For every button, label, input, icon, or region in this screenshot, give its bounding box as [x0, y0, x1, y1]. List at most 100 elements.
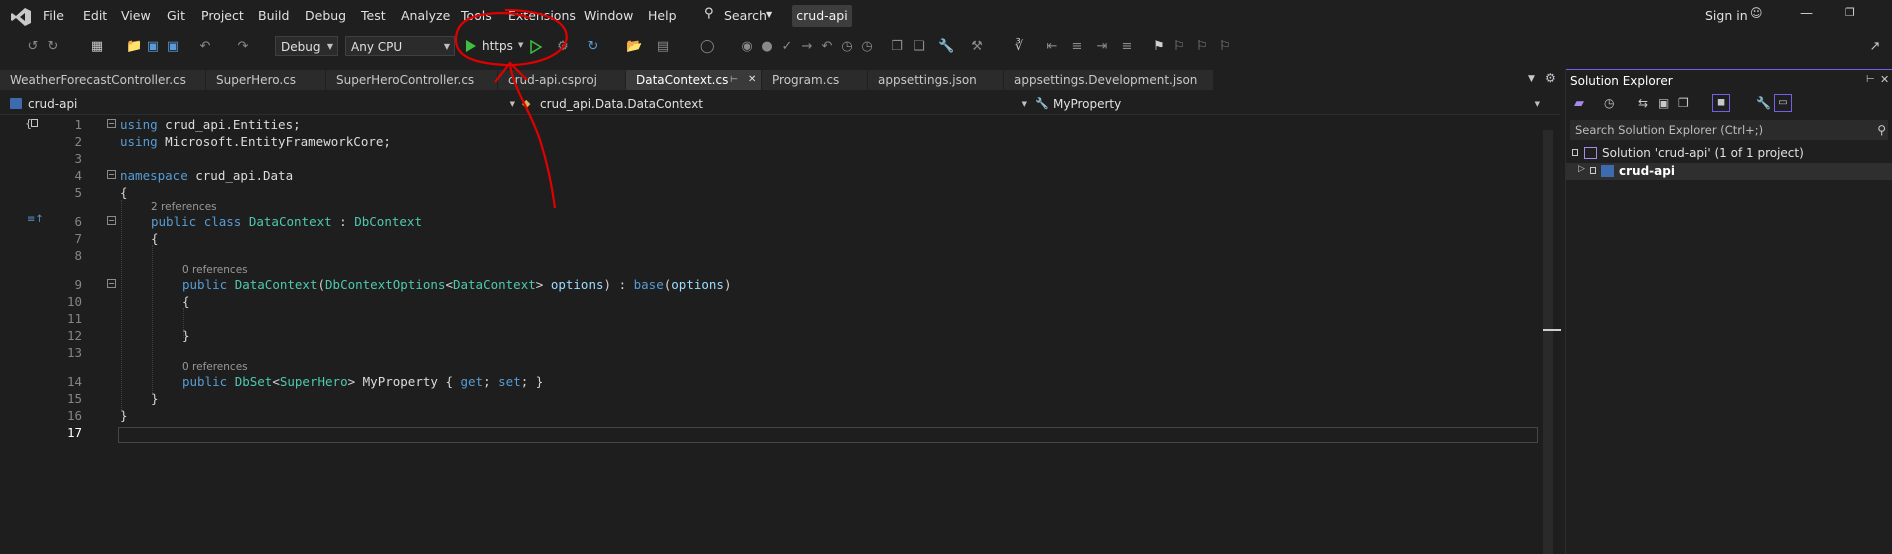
ctor-references-codelens[interactable]: 0 references: [182, 264, 248, 276]
solution-explorer-search-input[interactable]: Search Solution Explorer (Ctrl+;) ⚲: [1570, 120, 1888, 140]
history-icon[interactable]: ◷: [1604, 96, 1614, 110]
tab-appsettings-development[interactable]: appsettings.Development.json: [1004, 70, 1214, 90]
visual-studio-logo-icon[interactable]: [10, 7, 32, 27]
align-icon[interactable]: ≡: [1070, 40, 1084, 54]
menu-project[interactable]: Project: [201, 8, 244, 23]
window-layout-icon[interactable]: ▤: [656, 40, 670, 54]
tab-program[interactable]: Program.cs: [762, 70, 868, 90]
indent-icon[interactable]: ⇤: [1045, 40, 1059, 54]
browse-folder-icon[interactable]: 📂: [626, 40, 642, 54]
comment-icon[interactable]: ≡: [1120, 40, 1134, 54]
arrow-icon[interactable]: →: [800, 40, 814, 54]
tab-datacontext[interactable]: DataContext.cs ⊢ ✕: [626, 70, 762, 90]
attach-icon[interactable]: ⚙: [556, 40, 570, 54]
current-line-number: 17: [66, 425, 82, 440]
wrench-icon[interactable]: 🔧: [938, 40, 954, 54]
vertical-scrollbar[interactable]: [1543, 130, 1561, 554]
account-icon[interactable]: ☺: [1750, 6, 1763, 20]
open-folder-icon[interactable]: 📁: [126, 40, 142, 54]
run-button[interactable]: https ▼: [462, 36, 532, 56]
tree-item-project[interactable]: ▷ crud-api: [1566, 163, 1892, 180]
vs-switch-views-icon[interactable]: ▰: [1574, 96, 1584, 111]
menu-view[interactable]: View: [121, 8, 151, 23]
pin-icon[interactable]: ⊢: [1866, 74, 1875, 85]
properties-wrench-icon[interactable]: 🔧: [1756, 96, 1771, 110]
history-icon[interactable]: ◷: [840, 40, 854, 54]
settings-icon[interactable]: ⚙: [1545, 71, 1556, 85]
outdent-icon[interactable]: ⇥: [1095, 40, 1109, 54]
breakpoint-icon[interactable]: ◉: [740, 40, 754, 54]
show-all-files-icon[interactable]: ❐: [1678, 96, 1689, 110]
paste-icon[interactable]: ❑: [912, 40, 926, 54]
diagnostic-icon[interactable]: ◯: [700, 40, 715, 54]
tab-crud-api-csproj[interactable]: crud-api.csproj: [498, 70, 626, 90]
menu-test[interactable]: Test: [361, 8, 386, 23]
next-bookmark-icon[interactable]: ⚐: [1195, 40, 1209, 54]
menu-git[interactable]: Git: [167, 8, 185, 23]
spell-check-icon[interactable]: ∛: [1012, 40, 1026, 54]
project-dropdown[interactable]: crud-api ▼: [10, 94, 515, 114]
solution-platform-select[interactable]: Any CPU ▼: [345, 36, 455, 56]
code-line-16: }: [120, 408, 128, 423]
new-item-icon[interactable]: ▦: [90, 40, 104, 54]
menu-window[interactable]: Window: [584, 8, 633, 23]
save-icon[interactable]: ▣: [146, 40, 160, 54]
class-references-codelens[interactable]: 2 references: [151, 201, 217, 213]
tab-appsettings[interactable]: appsettings.json: [868, 70, 1004, 90]
solution-name-badge[interactable]: crud-api: [792, 5, 852, 27]
member-dropdown[interactable]: 🔧 MyProperty ▼: [1035, 94, 1540, 114]
clear-bookmarks-icon[interactable]: ⚐: [1218, 40, 1232, 54]
code-line-2: using Microsoft.EntityFrameworkCore;: [120, 134, 391, 149]
collapse-icon[interactable]: −: [107, 170, 116, 179]
expand-icon[interactable]: ▷: [1578, 164, 1585, 174]
preview-icon[interactable]: ▭: [1774, 94, 1792, 112]
collapse-icon[interactable]: −: [107, 216, 116, 225]
tab-weatherforecastcontroller[interactable]: WeatherForecastController.cs: [0, 70, 206, 90]
bookmark-icon[interactable]: ⚑: [1152, 40, 1166, 54]
start-without-debugging-icon[interactable]: [530, 40, 542, 54]
collapse-icon[interactable]: −: [107, 279, 116, 288]
copy-icon[interactable]: ❐: [890, 40, 904, 54]
share-icon[interactable]: ↗: [1868, 40, 1882, 54]
type-dropdown[interactable]: ◆ crud_api.Data.DataContext ▼: [522, 94, 1027, 114]
property-references-codelens[interactable]: 0 references: [182, 361, 248, 373]
redo-icon[interactable]: ↷: [236, 40, 250, 54]
code-line-15: }: [151, 391, 159, 406]
search-label: Search: [724, 8, 767, 23]
undo-icon[interactable]: ↶: [198, 40, 212, 54]
check-icon[interactable]: ✓: [780, 40, 794, 54]
restore-icon[interactable]: ❐: [1845, 6, 1855, 19]
menu-file[interactable]: File: [43, 8, 64, 23]
solution-configuration-select[interactable]: Debug ▼: [275, 36, 338, 56]
hot-reload-icon[interactable]: ↻: [586, 40, 600, 54]
menu-build[interactable]: Build: [258, 8, 289, 23]
close-icon[interactable]: ✕: [748, 70, 756, 90]
prev-bookmark-icon[interactable]: ⚐: [1172, 40, 1186, 54]
collapse-icon[interactable]: −: [107, 119, 116, 128]
menu-tools[interactable]: Tools: [461, 8, 492, 23]
collapse-all-icon[interactable]: ▣: [1658, 96, 1669, 110]
back-icon[interactable]: ↺: [26, 40, 40, 54]
menu-help[interactable]: Help: [648, 8, 677, 23]
sign-in-link[interactable]: Sign in: [1705, 8, 1748, 23]
menu-debug[interactable]: Debug: [305, 8, 346, 23]
close-icon[interactable]: ✕: [1880, 73, 1889, 86]
rotate-icon[interactable]: ↶: [820, 40, 834, 54]
tab-list-dropdown-icon[interactable]: ▼: [1528, 74, 1535, 84]
menu-analyze[interactable]: Analyze: [401, 8, 450, 23]
code-editor[interactable]: { ≡↑ 1 2 3 4 5 6 7 8 9 10 11 12 13 14 15…: [0, 115, 1561, 554]
menu-extensions[interactable]: Extensions: [508, 8, 576, 23]
tool-icon[interactable]: ⚒: [970, 40, 984, 54]
sync-icon[interactable]: ⇆: [1638, 96, 1648, 110]
clock-icon[interactable]: ◷: [860, 40, 874, 54]
lock-icon: [1572, 149, 1578, 156]
step-icon[interactable]: ●: [760, 40, 774, 54]
filter-icon[interactable]: ◼: [1712, 94, 1730, 112]
pin-icon[interactable]: ⊢: [730, 70, 738, 90]
save-all-icon[interactable]: ▣: [166, 40, 180, 54]
minimize-icon[interactable]: —: [1800, 6, 1813, 21]
tab-superhero[interactable]: SuperHero.cs: [206, 70, 326, 90]
tab-superherocontroller[interactable]: SuperHeroController.cs: [326, 70, 498, 90]
menu-edit[interactable]: Edit: [83, 8, 107, 23]
forward-icon[interactable]: ↻: [46, 40, 60, 54]
